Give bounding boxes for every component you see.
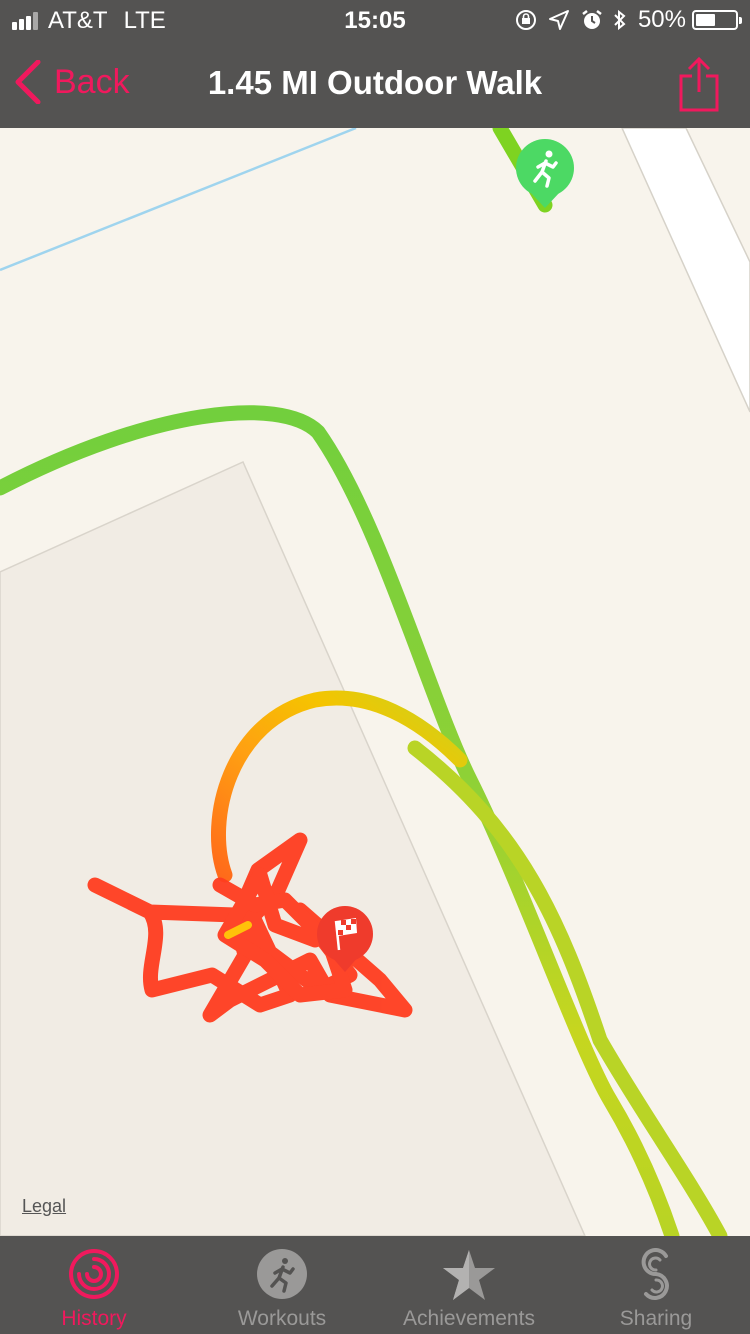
- nav-bar: Back 1.45 MI Outdoor Walk: [0, 40, 750, 128]
- page-title: 1.45 MI Outdoor Walk: [207, 64, 543, 101]
- battery-icon: [692, 10, 742, 30]
- alarm-icon: [582, 10, 602, 29]
- status-bar: AT&T LTE 15:05 50%: [0, 0, 750, 40]
- tab-workouts[interactable]: Workouts: [188, 1236, 376, 1334]
- tab-history-label: History: [61, 1307, 127, 1330]
- tab-sharing[interactable]: Sharing: [562, 1236, 750, 1334]
- workouts-runner-icon: [257, 1249, 307, 1299]
- orientation-lock-icon: [515, 10, 536, 30]
- battery-percent: 50%: [637, 6, 686, 33]
- location-arrow-icon: [548, 10, 569, 30]
- share-icon: [679, 56, 719, 112]
- legal-link[interactable]: Legal: [22, 1196, 66, 1217]
- tab-bar: History Workouts Achievements Sharing: [0, 1236, 750, 1334]
- route-map[interactable]: Legal: [0, 128, 750, 1236]
- battery-fill: [696, 14, 715, 26]
- tab-history[interactable]: History: [0, 1236, 188, 1334]
- bluetooth-icon: [614, 9, 626, 31]
- map-canvas: [0, 128, 750, 1236]
- tab-workouts-label: Workouts: [237, 1307, 327, 1330]
- sharing-icon: [641, 1248, 669, 1300]
- history-rings-icon: [69, 1249, 119, 1299]
- star-award-icon: [443, 1250, 495, 1300]
- share-button[interactable]: [678, 56, 720, 117]
- tab-sharing-label: Sharing: [619, 1307, 693, 1330]
- status-right: 50%: [514, 6, 742, 34]
- tab-achievements[interactable]: Achievements: [375, 1236, 563, 1334]
- tab-achievements-label: Achievements: [403, 1307, 535, 1330]
